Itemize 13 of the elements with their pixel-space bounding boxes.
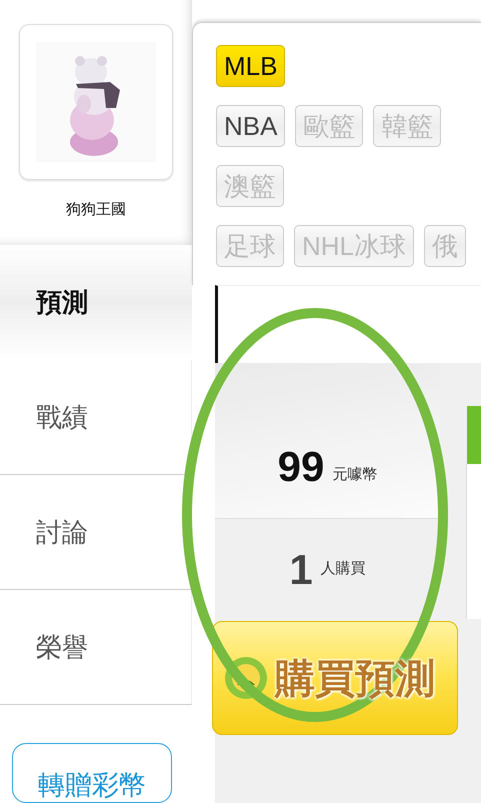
price-amount: 99: [278, 446, 324, 488]
input-field[interactable]: [215, 285, 481, 363]
nav-tab[interactable]: 榮譽: [0, 590, 192, 705]
buyer-label: 人購買: [320, 558, 366, 578]
user-name: 狗狗王國: [66, 200, 126, 219]
buyer-count: 1: [289, 549, 313, 591]
price-unit: 元噱幣: [332, 465, 378, 485]
nav-tab[interactable]: 戰績: [0, 360, 192, 475]
gift-coins-button[interactable]: 轉贈彩幣: [12, 743, 172, 803]
medal-icon: [223, 655, 269, 701]
league-tab[interactable]: NBA: [216, 105, 286, 147]
accent-bar: [467, 406, 481, 464]
league-tab[interactable]: MLB: [216, 45, 286, 87]
